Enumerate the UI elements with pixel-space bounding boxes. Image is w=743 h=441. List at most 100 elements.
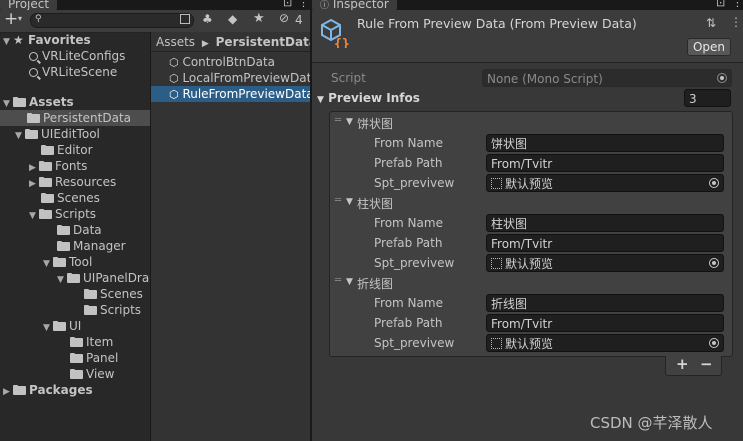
element-foldout-icon[interactable]: ▼ [346,197,353,207]
folder-icon [84,305,97,315]
hidden-packages-count: 4 [295,13,303,27]
prefab-path-value: From/Tvitr [491,317,553,331]
tree-item-resources[interactable]: ▶ Resources [29,174,116,190]
lock-icon[interactable]: ⊡ [283,0,292,9]
expand-icon[interactable]: ▼ [3,34,13,50]
open-button[interactable]: Open [687,38,731,56]
collapse-icon[interactable]: ▶ [29,176,39,192]
search-by-type-icon[interactable]: ♣ [202,12,213,26]
expand-icon[interactable]: ▼ [43,320,53,336]
tree-label: Editor [57,143,93,157]
object-picker-icon[interactable] [709,178,719,188]
list-footer: + − [665,355,722,376]
kebab-menu-icon[interactable]: ⋮ [732,0,743,9]
preview-count: 3 [689,92,697,106]
tree-item-manager[interactable]: Manager [57,238,126,254]
file-label: LocalFromPreviewData [182,71,310,85]
expand-icon[interactable]: ▼ [43,256,53,272]
from-name-field[interactable]: 柱状图 [486,214,724,232]
from-name-field[interactable]: 折线图 [486,294,724,312]
tree-item-uiedittool[interactable]: ▼ UIEditTool [15,126,100,142]
foldout-arrow-icon[interactable]: ▼ [317,95,324,105]
spt-preview-field[interactable]: 默认预览 [486,254,724,272]
favorites-star-icon[interactable]: ★ [253,11,265,26]
prefab-path-field[interactable]: From/Tvitr [486,234,724,252]
tree-item-view[interactable]: View [70,366,114,382]
scriptable-object-icon: ⬡ [169,56,179,69]
header-kebab-icon[interactable]: ⋮ [730,15,742,29]
remove-element-button[interactable]: − [700,355,713,373]
tree-item-scripts[interactable]: ▼ Scripts [29,206,96,222]
favorite-item[interactable]: VRLiteConfigs [29,48,125,64]
element-header: 柱状图 [357,197,394,211]
inspector-tab[interactable]: ⓘ Inspector [312,0,397,11]
expand-icon[interactable]: ▼ [57,272,67,286]
scriptable-object-icon: ⬡ [169,72,179,85]
drag-handle-icon[interactable]: ═ [335,115,341,126]
presets-icon[interactable]: ⇅ [706,16,716,30]
tree-item-tool[interactable]: ▼ Tool [43,254,92,270]
object-picker-icon[interactable] [709,338,719,348]
hidden-packages-icon[interactable]: ⊘ [279,11,289,25]
tree-item-editor[interactable]: Editor [41,142,93,158]
element-foldout-icon[interactable]: ▼ [346,117,353,127]
tree-item-persistentdata[interactable]: PersistentData [27,110,131,126]
create-plus-icon[interactable]: + [4,9,18,29]
element-foldout-icon[interactable]: ▼ [346,277,353,287]
tree-item-tool-scenes[interactable]: Scenes [84,286,143,302]
spt-preview-value: 默认预览 [505,177,554,191]
preview-infos-size-field[interactable]: 3 [684,89,731,107]
create-dropdown-icon[interactable]: ▾ [18,14,22,23]
spt-preview-field[interactable]: 默认预览 [486,174,724,192]
favorite-label: VRLiteConfigs [42,49,126,63]
search-scope-icon[interactable] [180,14,190,24]
favorites-row[interactable]: ▼ ★ Favorites [3,32,91,48]
expand-icon[interactable]: ▼ [15,128,25,144]
favorites-label: Favorites [27,33,91,47]
file-item-selected[interactable]: ⬡ RuleFromPreviewData [151,86,310,102]
collapse-icon[interactable]: ▶ [3,384,13,400]
favorite-item[interactable]: VRLiteScene [29,64,117,80]
drag-handle-icon[interactable]: ═ [335,275,341,286]
spt-preview-field[interactable]: 默认预览 [486,334,724,352]
search-by-label-icon[interactable]: ◆ [228,12,237,26]
tree-item-ui[interactable]: ▼ UI [43,318,81,334]
add-element-button[interactable]: + [676,355,689,373]
inspector-title: Rule From Preview Data (From Preview Dat… [357,16,637,31]
folder-icon [27,113,40,123]
assets-row[interactable]: ▼ Assets [3,94,74,110]
packages-row[interactable]: ▶ Packages [3,382,93,398]
breadcrumb-current[interactable]: PersistentData [216,35,317,49]
from-name-field[interactable]: 饼状图 [486,134,724,152]
tree-item-item[interactable]: Item [70,334,113,350]
file-item[interactable]: ⬡ LocalFromPreviewData [169,70,310,86]
tree-item-data[interactable]: Data [57,222,102,238]
file-item[interactable]: ⬡ ControlBtnData [169,54,310,70]
tree-item-fonts[interactable]: ▶ Fonts [29,158,87,174]
tree-item-uipaneldrawer[interactable]: ▼ UIPanelDrawer [57,270,150,286]
prefab-path-field[interactable]: From/Tvitr [486,154,724,172]
tree-label: Tool [69,255,93,269]
list-item: ═ ▼ 饼状图 From Name 饼状图 Prefab Path From/T… [330,114,732,194]
preview-infos-foldout[interactable]: ▼ Preview Infos [317,91,420,105]
search-icon [29,68,38,77]
assets-label: Assets [29,95,74,109]
prefab-path-label: Prefab Path [374,236,443,250]
tree-item-panel[interactable]: Panel [70,350,118,366]
folder-icon [13,97,26,107]
tree-label: Scenes [100,287,143,301]
breadcrumb-assets[interactable]: Assets [156,35,195,49]
drag-handle-icon[interactable]: ═ [335,195,341,206]
lock-icon[interactable]: ⊡ [716,0,725,9]
object-picker-icon[interactable] [709,258,719,268]
expand-icon[interactable]: ▼ [29,208,39,224]
search-icon [29,52,38,61]
search-input[interactable]: ⚲ [30,13,194,28]
tree-label: UIEditTool [41,127,100,141]
search-field[interactable] [45,14,175,27]
tree-label: Data [73,223,102,237]
tree-item-tool-scripts[interactable]: Scripts [84,302,141,318]
tree-item-scenes[interactable]: Scenes [41,190,100,206]
prefab-path-field[interactable]: From/Tvitr [486,314,724,332]
kebab-menu-icon[interactable]: ⋮ [298,0,309,9]
